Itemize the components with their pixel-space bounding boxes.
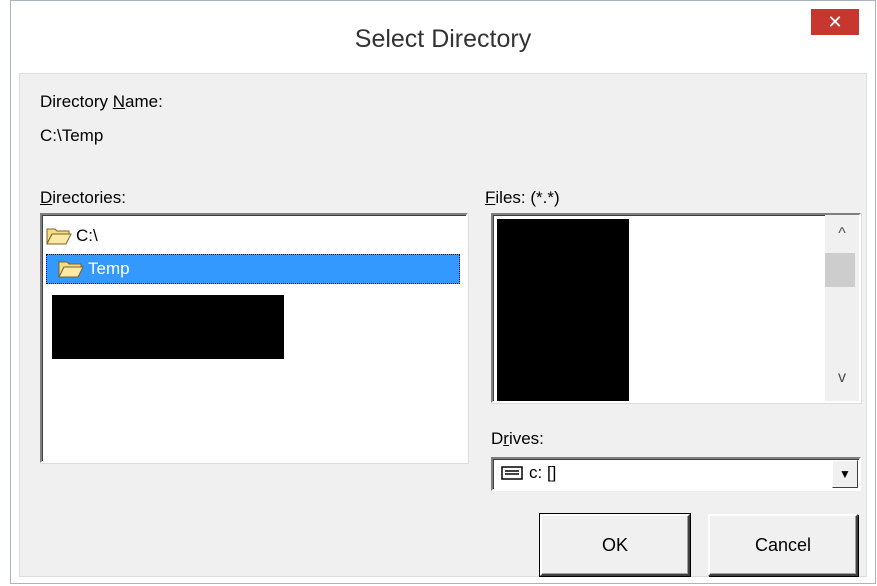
list-item[interactable]: Temp xyxy=(46,254,460,284)
directory-name-value: C:\Temp xyxy=(40,126,104,145)
drives-selected-value: c: [] xyxy=(501,463,556,483)
files-scrollbar[interactable]: ^ v xyxy=(825,215,859,401)
ok-button[interactable]: OK xyxy=(539,513,691,577)
title-bar[interactable]: Select Directory ✕ xyxy=(11,1,875,73)
close-button[interactable]: ✕ xyxy=(811,9,859,35)
scroll-down-button[interactable]: v xyxy=(825,363,859,393)
open-folder-icon xyxy=(46,228,72,245)
drive-icon xyxy=(501,466,523,480)
directories-list[interactable]: C:\ Temp xyxy=(40,213,468,463)
dialog-body: Directory Name: C:\Temp Directories: C:\… xyxy=(19,73,867,577)
dialog-title: Select Directory xyxy=(354,25,532,53)
scroll-thumb[interactable] xyxy=(825,253,855,287)
chevron-down-icon: ▼ xyxy=(839,467,851,481)
directories-label: Directories: xyxy=(40,188,126,207)
drives-select[interactable]: c: [] ▼ xyxy=(491,457,861,491)
redacted-block xyxy=(497,219,629,401)
directory-name: C:\ xyxy=(76,226,98,245)
scroll-up-button[interactable]: ^ xyxy=(825,219,859,249)
list-item[interactable]: C:\ xyxy=(46,221,458,251)
files-label: Files: (*.*) xyxy=(485,188,560,207)
directory-name: Temp xyxy=(88,259,130,278)
cancel-button[interactable]: Cancel xyxy=(708,514,858,576)
close-icon: ✕ xyxy=(827,11,843,32)
directory-name-label: Directory Name: xyxy=(40,92,163,111)
drives-label: Drives: xyxy=(491,429,544,448)
chevron-up-icon: ^ xyxy=(838,225,846,242)
open-folder-icon xyxy=(58,261,84,278)
redacted-block xyxy=(52,295,284,359)
drives-dropdown-button[interactable]: ▼ xyxy=(832,460,858,488)
select-directory-dialog: Select Directory ✕ Directory Name: C:\Te… xyxy=(10,0,876,584)
files-list[interactable]: ^ v xyxy=(491,213,861,403)
chevron-down-icon: v xyxy=(838,369,846,386)
